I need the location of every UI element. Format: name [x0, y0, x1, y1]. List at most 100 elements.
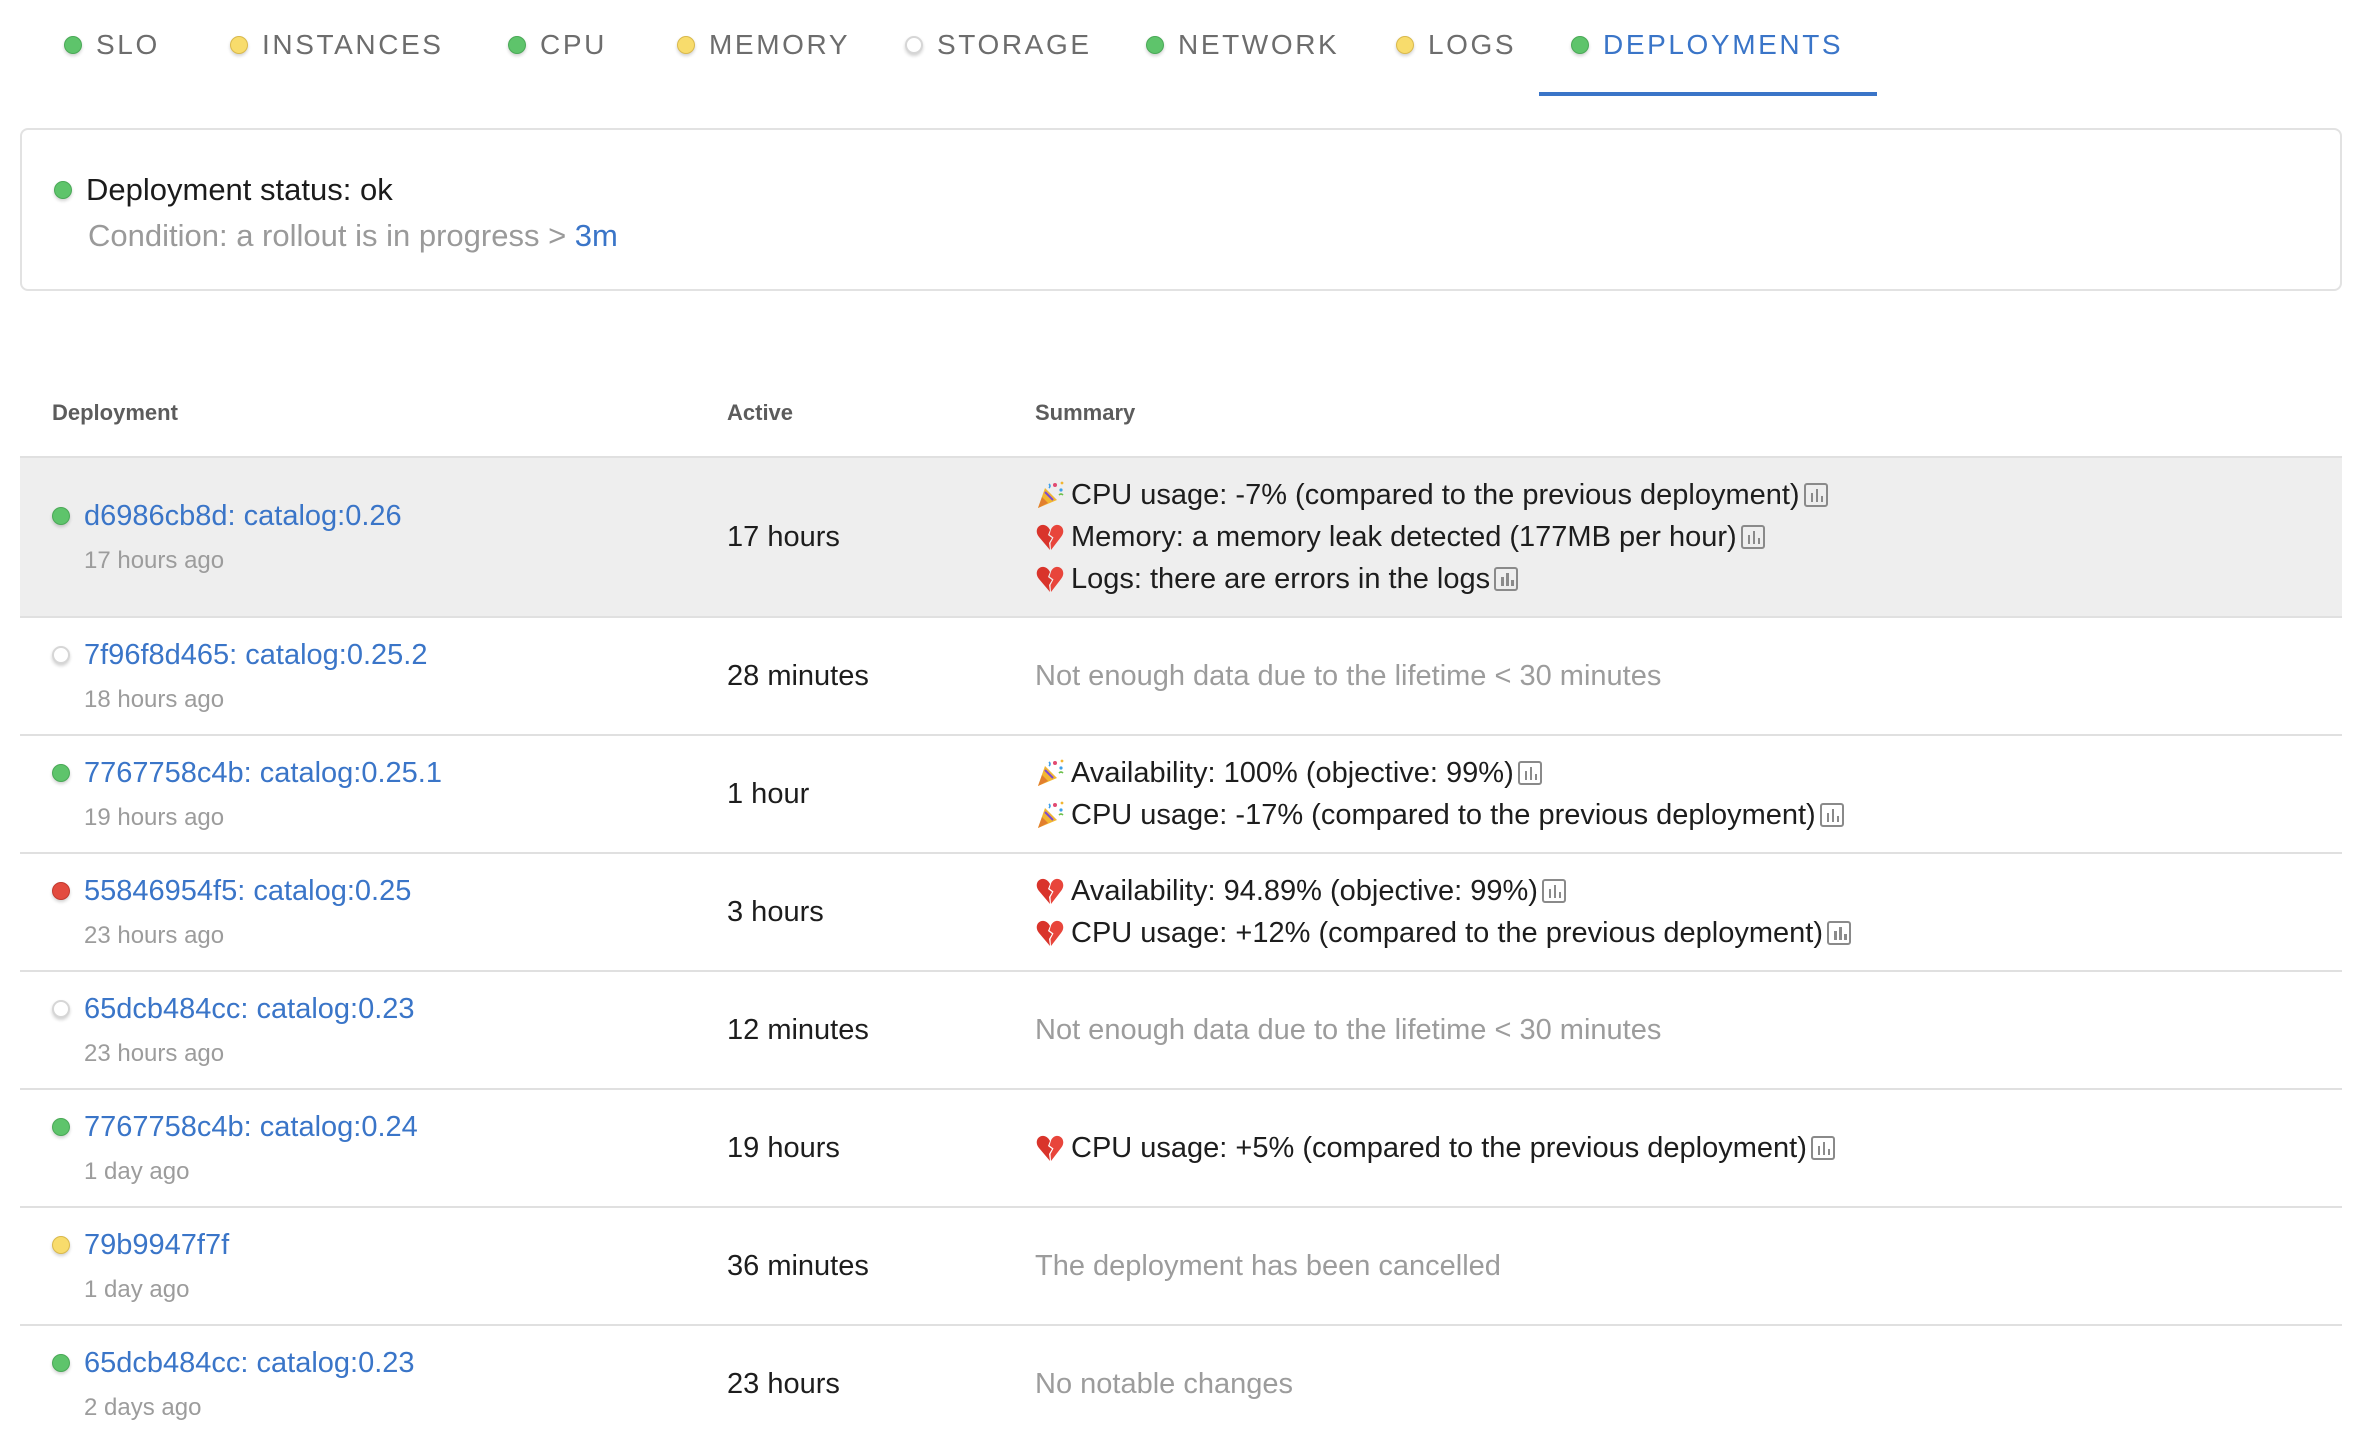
- summary-cell: Availability: 94.89% (objective: 99%) CPU…: [1035, 854, 1851, 970]
- deployment-status-card: Deployment status: ok Condition: a rollo…: [20, 128, 2342, 291]
- summary-text: Memory: a memory leak detected (177MB pe…: [1071, 521, 1737, 553]
- deployment-link[interactable]: 65dcb484cc: catalog:0.23: [84, 993, 415, 1026]
- tab-slo[interactable]: SLO: [64, 0, 160, 96]
- party-popper-icon: [1035, 800, 1065, 830]
- tab-label: STORAGE: [937, 29, 1092, 60]
- deployment-cell: 65dcb484cc: catalog:0.23 23 hours ago: [52, 972, 415, 1088]
- summary-text: CPU usage: -17% (compared to the previou…: [1071, 799, 1816, 831]
- status-dot-icon: [230, 36, 248, 54]
- deployment-link[interactable]: 55846954f5: catalog:0.25: [84, 875, 411, 908]
- summary-item: CPU usage: +5% (compared to the previous…: [1035, 1127, 1835, 1169]
- deployment-status-title: Deployment status: ok: [86, 172, 393, 207]
- broken-heart-icon: [1035, 1133, 1065, 1163]
- deployment-time: 1 day ago: [84, 1157, 190, 1185]
- summary-item: Availability: 94.89% (objective: 99%): [1035, 870, 1851, 912]
- broken-heart-icon: [1035, 522, 1065, 552]
- table-row: 65dcb484cc: catalog:0.23 2 days ago 23 hou…: [20, 1326, 2342, 1442]
- status-dot-icon: [508, 36, 526, 54]
- summary-text: CPU usage: +12% (compared to the previou…: [1071, 917, 1823, 949]
- party-popper-icon: [1035, 480, 1065, 510]
- table-header: Deployment Active Summary: [20, 378, 2342, 458]
- chart-icon[interactable]: [1494, 567, 1519, 591]
- tab-memory[interactable]: MEMORY: [677, 0, 850, 96]
- condition-duration-link[interactable]: 3m: [575, 218, 618, 253]
- chart-icon[interactable]: [1517, 761, 1542, 785]
- status-dot-icon: [64, 36, 82, 54]
- table-row: 79b9947f7f 1 day ago 36 minutes The deploym…: [20, 1208, 2342, 1326]
- active-duration: 1 hour: [727, 777, 810, 810]
- deployment-time: 17 hours ago: [84, 546, 225, 574]
- status-dot-icon: [52, 882, 70, 900]
- status-dot-icon: [1571, 36, 1589, 54]
- status-dot-icon: [1396, 36, 1414, 54]
- tab-label: CPU: [540, 29, 607, 60]
- summary-item: CPU usage: +12% (compared to the previou…: [1035, 912, 1851, 954]
- broken-heart-icon: [1035, 876, 1065, 906]
- table-row: 7f96f8d465: catalog:0.25.2 18 hours ago 28…: [20, 618, 2342, 736]
- summary-cell: Not enough data due to the lifetime < 30…: [1035, 618, 1661, 734]
- status-dot-icon: [677, 36, 695, 54]
- active-duration: 12 minutes: [727, 1013, 869, 1046]
- header-active: Active: [727, 400, 794, 425]
- deployment-link[interactable]: 65dcb484cc: catalog:0.23: [84, 1347, 415, 1380]
- deployment-link[interactable]: 7f96f8d465: catalog:0.25.2: [84, 639, 427, 672]
- chart-icon[interactable]: [1803, 483, 1828, 507]
- status-dot-icon: [52, 1000, 70, 1018]
- table-row: 7767758c4b: catalog:0.25.1 19 hours ago 1 …: [20, 736, 2342, 854]
- chart-icon[interactable]: [1810, 1136, 1835, 1160]
- status-dot-icon: [52, 1354, 70, 1372]
- chart-icon[interactable]: [1740, 525, 1765, 549]
- tab-bar: SLO INSTANCES CPU MEMORY STORAGE NETWORK LOGS D…: [0, 0, 2364, 96]
- deployment-time: 2 days ago: [84, 1393, 202, 1421]
- tab-storage[interactable]: STORAGE: [905, 0, 1092, 96]
- status-dot-icon: [905, 36, 923, 54]
- summary-cell: No notable changes: [1035, 1326, 1293, 1442]
- tab-logs[interactable]: LOGS: [1396, 0, 1516, 96]
- summary-note: Not enough data due to the lifetime < 30…: [1035, 659, 1662, 692]
- active-duration: 28 minutes: [727, 659, 869, 692]
- tab-instances[interactable]: INSTANCES: [230, 0, 444, 96]
- party-popper-icon: [1035, 758, 1065, 788]
- broken-heart-icon: [1035, 564, 1065, 594]
- active-duration: 19 hours: [727, 1131, 840, 1164]
- summary-note: The deployment has been cancelled: [1035, 1249, 1501, 1282]
- chart-icon[interactable]: [1819, 803, 1844, 827]
- status-dot-icon: [52, 646, 70, 664]
- deployment-cell: 7767758c4b: catalog:0.24 1 day ago: [52, 1090, 418, 1206]
- deployment-condition: Condition: a rollout is in progress > 3m: [88, 218, 618, 254]
- deployment-time: 18 hours ago: [84, 685, 225, 713]
- summary-item: CPU usage: -17% (compared to the previou…: [1035, 794, 1844, 836]
- active-duration: 3 hours: [727, 895, 824, 928]
- status-dot-icon: [52, 507, 70, 525]
- deployment-time: 23 hours ago: [84, 1039, 225, 1067]
- summary-note: No notable changes: [1035, 1367, 1293, 1400]
- broken-heart-icon: [1035, 918, 1065, 948]
- summary-text: Availability: 94.89% (objective: 99%): [1071, 875, 1538, 907]
- table-body: d6986cb8d: catalog:0.26 17 hours ago 17 ho…: [20, 458, 2342, 1442]
- summary-cell: CPU usage: -7% (compared to the previous…: [1035, 458, 1828, 616]
- tab-label: SLO: [96, 29, 160, 60]
- deployment-status: Deployment status: ok: [54, 172, 393, 208]
- tab-label: MEMORY: [709, 29, 851, 60]
- deployments-table: Deployment Active Summary d6986cb8d: cat…: [20, 378, 2342, 1442]
- tab-cpu[interactable]: CPU: [508, 0, 607, 96]
- header-deployment: Deployment: [52, 400, 178, 425]
- chart-icon[interactable]: [1541, 879, 1566, 903]
- summary-item: Availability: 100% (objective: 99%): [1035, 752, 1844, 794]
- table-row: 55846954f5: catalog:0.25 23 hours ago 3 ho…: [20, 854, 2342, 972]
- tab-deployments[interactable]: DEPLOYMENTS: [1538, 0, 1878, 96]
- deployment-link[interactable]: 7767758c4b: catalog:0.24: [84, 1111, 418, 1144]
- deployment-time: 1 day ago: [84, 1275, 190, 1303]
- deployment-link[interactable]: 79b9947f7f: [84, 1229, 229, 1262]
- active-duration: 23 hours: [727, 1367, 840, 1400]
- deployment-time: 23 hours ago: [84, 921, 225, 949]
- tab-label: INSTANCES: [262, 29, 444, 60]
- deployment-link[interactable]: 7767758c4b: catalog:0.25.1: [84, 757, 442, 790]
- deployment-cell: 7f96f8d465: catalog:0.25.2 18 hours ago: [52, 618, 427, 734]
- tab-network[interactable]: NETWORK: [1146, 0, 1339, 96]
- status-dot-icon: [52, 764, 70, 782]
- deployment-link[interactable]: d6986cb8d: catalog:0.26: [84, 500, 402, 533]
- chart-icon[interactable]: [1827, 921, 1851, 945]
- summary-text: Logs: there are errors in the logs: [1071, 563, 1491, 595]
- tab-label: NETWORK: [1178, 29, 1340, 60]
